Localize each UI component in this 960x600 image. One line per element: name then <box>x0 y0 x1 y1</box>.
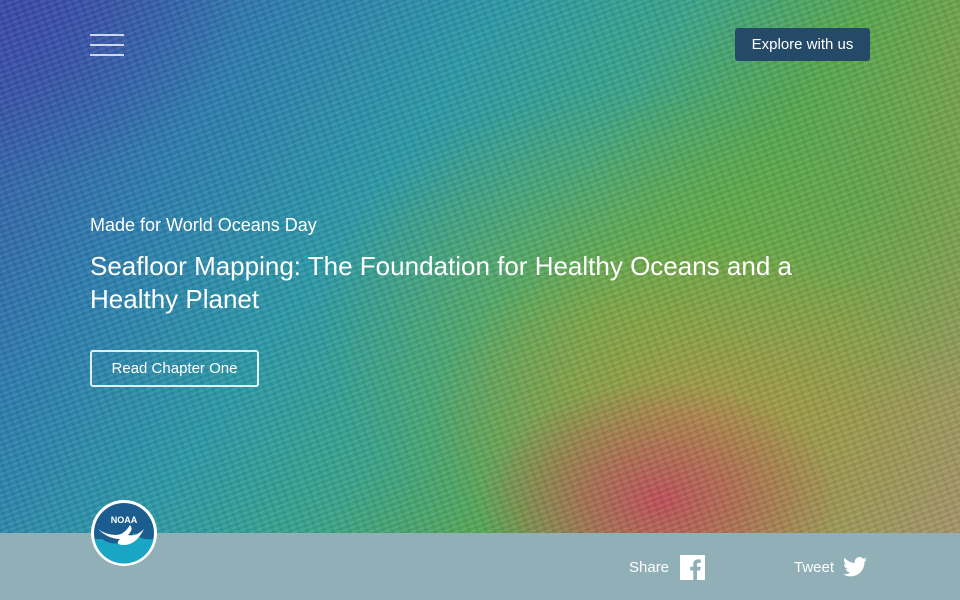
share-label: Share <box>629 558 670 576</box>
hero-kicker: Made for World Oceans Day <box>90 215 317 235</box>
explore-with-us-button[interactable]: Explore with us <box>735 28 870 61</box>
hamburger-menu-icon[interactable] <box>90 33 124 57</box>
noaa-logo[interactable]: NOAA <box>90 499 158 567</box>
page-title: Seafloor Mapping: The Foundation for Hea… <box>90 251 792 314</box>
share-facebook-link[interactable]: Share <box>629 553 706 581</box>
facebook-icon <box>680 554 706 580</box>
read-chapter-one-button[interactable]: Read Chapter One <box>90 350 259 387</box>
svg-text:NOAA: NOAA <box>111 515 138 525</box>
twitter-icon <box>843 557 868 577</box>
tweet-twitter-link[interactable]: Tweet <box>794 553 868 581</box>
tweet-label: Tweet <box>794 558 835 576</box>
